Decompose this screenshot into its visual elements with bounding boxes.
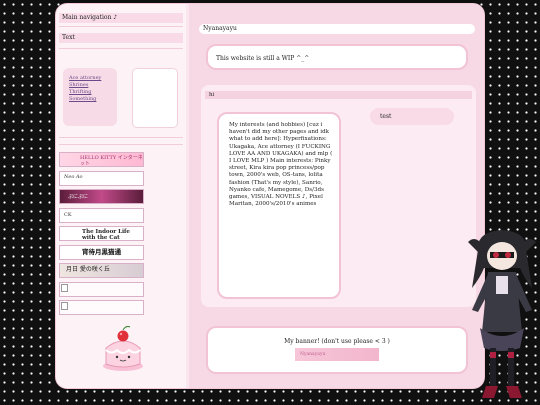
- site-banner-image[interactable]: Nyanayayu: [295, 348, 379, 361]
- black-cat-button[interactable]: 宵待月黒猫通: [59, 245, 144, 260]
- anime-girl-decoration-icon: [468, 230, 536, 398]
- indoor-life-button[interactable]: The Indoor Life with the Cat: [59, 226, 144, 241]
- interests-text: My interests (and hobbies) [cuz i haven'…: [229, 122, 333, 208]
- nav-title: Main navigation ♪: [59, 13, 183, 23]
- nav-text: Text: [59, 33, 183, 43]
- nav-link-shrines[interactable]: Shrines: [69, 82, 117, 89]
- banner-caption: My banner! (don't use please < 3 ): [284, 338, 390, 345]
- nav-link-ace-attorney[interactable]: Ace attorney: [69, 75, 117, 82]
- nav-white-box: [132, 68, 178, 128]
- test-box: test: [370, 108, 454, 125]
- divider: [59, 137, 183, 138]
- nav-link-thrifting[interactable]: Thrifting: [69, 89, 117, 96]
- broken-image-button[interactable]: [59, 282, 144, 297]
- interests-box: My interests (and hobbies) [cuz i haven'…: [217, 112, 341, 299]
- broken-image-icon: [61, 284, 68, 292]
- flower-button[interactable]: 月日 愛の咲く丘: [59, 263, 144, 278]
- ck-anime-button[interactable]: CK: [59, 208, 144, 223]
- banner-image-text: Nyanayayu: [300, 352, 326, 357]
- divider: [59, 144, 183, 145]
- divider: [59, 26, 183, 27]
- page-title: Nyanayayu: [199, 24, 475, 34]
- section-title: hi: [205, 91, 472, 99]
- banner-box: My banner! (don't use please < 3 ) Nyana…: [206, 326, 468, 374]
- cake-decoration-icon: [103, 325, 143, 371]
- nav-link-something[interactable]: Something: [69, 96, 117, 103]
- nav-links-box: Ace attorney Shrines Thrifting Something: [63, 68, 117, 126]
- page-container: Main navigation ♪ Text Ace attorney Shri…: [55, 3, 485, 389]
- hi-section: hi My interests (and hobbies) [cuz i hav…: [201, 85, 476, 307]
- broken-image-button[interactable]: [59, 300, 144, 315]
- main-content: Nyanayayu This website is still a WIP ^_…: [189, 4, 484, 388]
- wip-text: This website is still a WIP ^_^: [216, 55, 310, 62]
- hello-kitty-button[interactable]: HELLO KITTY インターネット: [59, 152, 144, 167]
- divider: [59, 48, 183, 49]
- pink-dark-button[interactable]: ぷにぷに: [59, 189, 144, 204]
- broken-image-icon: [61, 302, 68, 310]
- sidebar: Main navigation ♪ Text Ace attorney Shri…: [56, 4, 186, 388]
- anime-girl-button[interactable]: Neo Ao: [59, 171, 144, 186]
- wip-notice: This website is still a WIP ^_^: [206, 44, 468, 70]
- test-label: test: [380, 113, 392, 120]
